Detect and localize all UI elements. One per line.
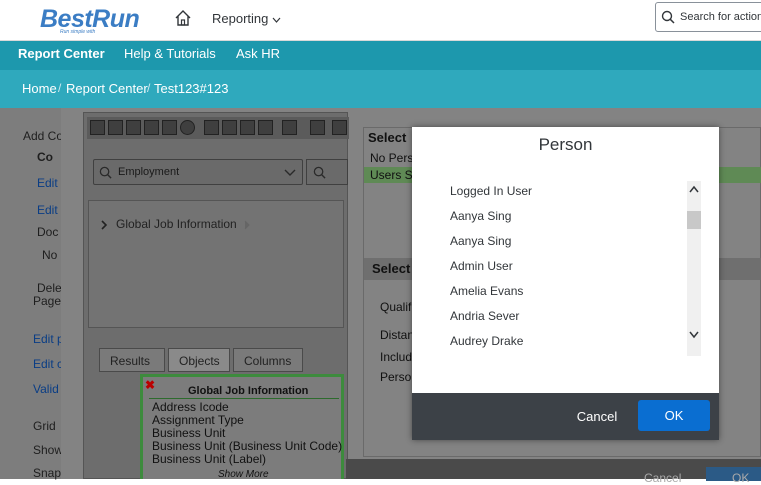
reporting-menu-label: Reporting — [212, 11, 269, 26]
list-item[interactable]: Aanya Sing — [450, 209, 511, 223]
field-item[interactable]: Assignment Type — [152, 413, 244, 427]
entity-select[interactable]: Employment — [93, 159, 303, 185]
search-icon — [99, 166, 112, 179]
breadcrumb: Home / Report Center / Test123#123 — [0, 70, 761, 108]
list-item[interactable]: Admin User — [450, 259, 513, 273]
logo-tagline: Run simple with — [60, 29, 96, 35]
filter-dialog-footer: Cancel OK — [346, 459, 761, 485]
tab-columns[interactable]: Columns — [233, 348, 303, 372]
remove-icon[interactable]: ✖ — [145, 378, 155, 392]
tree-item-global-job-info[interactable]: Global Job Information — [116, 217, 237, 231]
field-label: Distan — [380, 328, 415, 342]
save-as-icon[interactable] — [144, 120, 159, 135]
chevron-up-icon[interactable] — [689, 185, 699, 193]
field-label: Includ — [380, 350, 413, 364]
open-icon[interactable] — [108, 120, 123, 135]
sort-icon[interactable] — [310, 120, 325, 135]
option-row[interactable]: No Pers — [370, 151, 413, 165]
chevron-down-icon — [272, 17, 281, 23]
show-more-link[interactable]: Show More — [218, 469, 269, 480]
block-icon[interactable] — [180, 120, 195, 135]
filter-clear-icon[interactable] — [258, 120, 273, 135]
query-toolbar — [87, 117, 349, 139]
left-pane-item: Doc — [37, 225, 59, 239]
search-input[interactable]: Search for actions — [655, 2, 761, 32]
person-list: Logged In User Aanya Sing Aanya Sing Adm… — [450, 181, 700, 359]
left-pane-item: Show — [33, 443, 64, 457]
left-pane-link[interactable]: Edit — [37, 176, 58, 190]
sql-icon[interactable] — [282, 120, 297, 135]
scrollbar-thumb[interactable] — [687, 211, 701, 229]
list-item[interactable]: Aanya Sing — [450, 234, 511, 248]
breadcrumb-separator: / — [147, 81, 151, 95]
left-pane-link[interactable]: Edit p — [33, 332, 64, 346]
nav-ask-hr[interactable]: Ask HR — [236, 46, 280, 61]
chevron-down-icon — [284, 169, 296, 176]
search-icon — [661, 10, 675, 24]
copy-icon[interactable] — [162, 120, 177, 135]
chevron-right-icon[interactable] — [101, 220, 108, 230]
dialog-footer: Cancel OK — [412, 393, 719, 440]
field-item[interactable]: Address Icode — [152, 400, 229, 414]
entity-select-value: Employment — [118, 166, 180, 178]
field-list-box: ✖ Global Job Information Address Icode A… — [140, 374, 344, 480]
entity-search-button[interactable] — [306, 159, 348, 185]
footer-ok-label: OK — [732, 471, 750, 485]
tab-results[interactable]: Results — [99, 348, 165, 372]
nav-help-tutorials[interactable]: Help & Tutorials — [124, 46, 216, 61]
close-icon[interactable] — [332, 120, 347, 135]
top-navigation: Report Center Help & Tutorials Ask HR — [0, 41, 761, 70]
chevron-down-icon[interactable] — [689, 331, 699, 339]
dialog-title: Person — [538, 135, 593, 154]
divider — [149, 398, 339, 399]
field-label: Qualifi — [380, 300, 415, 314]
left-pane-item: Add Co — [23, 129, 64, 143]
save-icon[interactable] — [126, 120, 141, 135]
reporting-menu[interactable]: Reporting — [212, 11, 281, 26]
list-item[interactable]: Andria Sever — [450, 309, 519, 323]
field-item[interactable]: Business Unit (Label) — [152, 452, 266, 466]
filter-icon[interactable] — [204, 120, 219, 135]
section-title: Select — [372, 261, 411, 276]
list-scrollbar[interactable] — [687, 181, 701, 356]
option-row-selected[interactable]: Users S — [370, 168, 413, 182]
field-list-header: Global Job Information — [188, 385, 309, 397]
cancel-button[interactable]: Cancel — [564, 406, 630, 428]
list-item[interactable]: Logged In User — [450, 184, 532, 198]
list-item[interactable]: Audrey Drake — [450, 334, 523, 348]
section-title: Select — [368, 130, 407, 145]
breadcrumb-current: Test123#123 — [154, 81, 229, 96]
tab-objects[interactable]: Objects — [168, 348, 230, 372]
search-icon — [313, 166, 326, 179]
search-placeholder: Search for actions — [680, 11, 761, 23]
left-pane-item: Co — [37, 150, 53, 164]
shell-bar: BestRun Run simple with Reporting Search… — [0, 0, 761, 41]
filter-edit-icon[interactable] — [222, 120, 237, 135]
filter-add-icon[interactable] — [240, 120, 255, 135]
list-item[interactable]: Amelia Evans — [450, 284, 523, 298]
breadcrumb-report-center[interactable]: Report Center — [66, 81, 148, 96]
left-pane-link[interactable]: Edit c — [33, 357, 63, 371]
left-pane-item: Grid — [33, 419, 56, 433]
breadcrumb-separator: / — [58, 81, 62, 95]
field-item[interactable]: Business Unit (Business Unit Code) — [152, 439, 342, 453]
left-pane-item: No — [42, 248, 58, 262]
footer-cancel-button[interactable]: Cancel — [644, 471, 681, 485]
left-pane-link[interactable]: Valid — [33, 382, 59, 396]
left-pane-item: Page — [33, 294, 62, 308]
field-item[interactable]: Business Unit — [152, 426, 225, 440]
breadcrumb-home[interactable]: Home — [22, 81, 57, 96]
ok-button[interactable]: OK — [638, 400, 710, 431]
person-picker-dialog: Person Logged In User Aanya Sing Aanya S… — [412, 127, 719, 440]
entity-tree: Global Job Information — [88, 200, 344, 328]
home-icon[interactable] — [174, 9, 192, 27]
nav-report-center[interactable]: Report Center — [18, 46, 105, 61]
left-pane-link[interactable]: Edit — [37, 203, 58, 217]
left-pane-item: Snap — [33, 466, 62, 480]
left-pane-item: Dele — [37, 281, 62, 295]
chevron-right-icon — [244, 220, 250, 230]
new-icon[interactable] — [90, 120, 105, 135]
